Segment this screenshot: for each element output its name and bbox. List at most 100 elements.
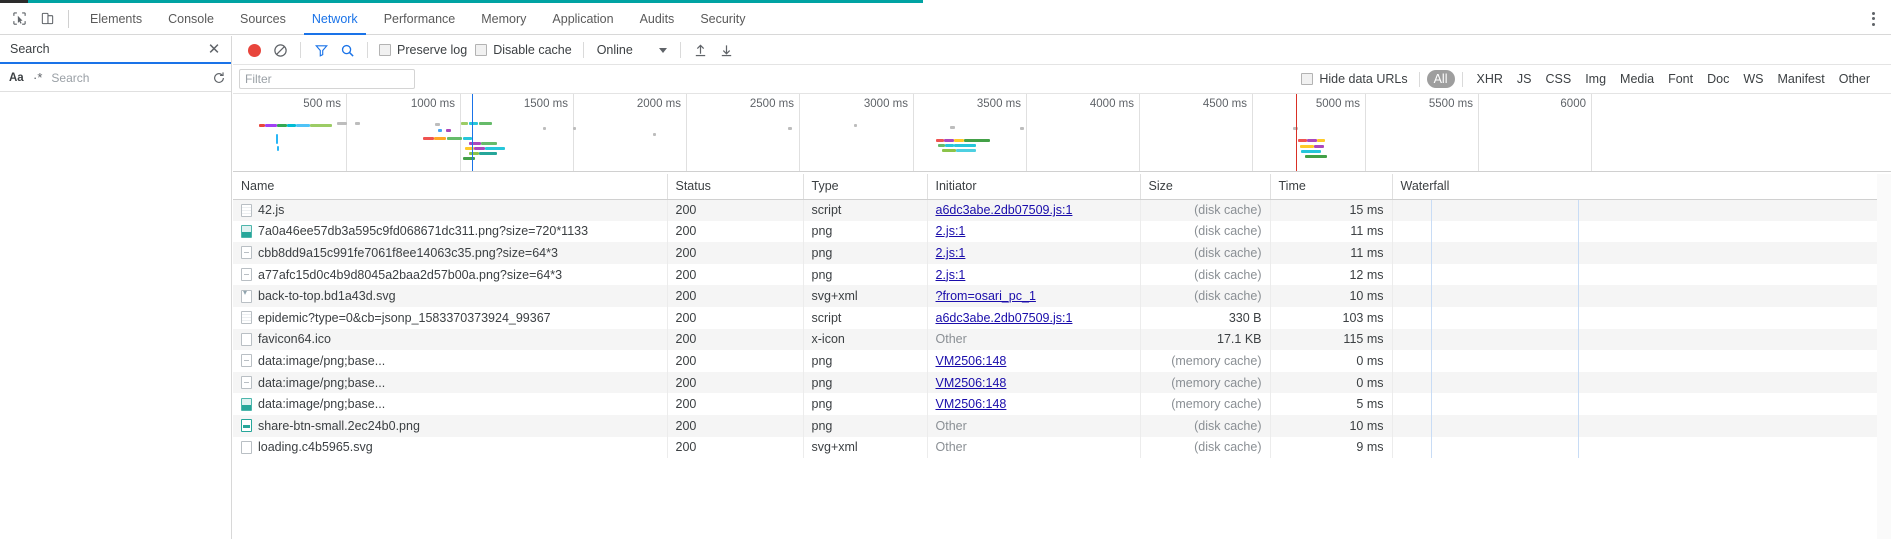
match-case-button[interactable]: Aa [6,71,24,85]
table-row[interactable]: favicon64.ico 200 x-icon Other 17.1 KB 1… [233,328,1891,351]
toolbar-divider [300,42,301,58]
column-header-size[interactable]: Size [1140,174,1271,200]
table-row[interactable]: 42.js 200 script a6dc3abe.2db07509.js:1 … [233,199,1891,221]
initiator-link[interactable]: 2.js:1 [936,268,966,282]
table-row[interactable]: epidemic?type=0&cb=jsonp_1583370373924_9… [233,306,1891,329]
import-har-icon[interactable] [688,38,714,62]
filter-type-js[interactable]: JS [1510,70,1539,88]
cell-status: 200 [667,285,804,307]
filter-type-doc[interactable]: Doc [1700,70,1736,88]
cell-initiator[interactable]: ?from=osari_pc_1 [927,285,1141,307]
table-row[interactable]: data:image/png;base... 200 png VM2506:14… [233,350,1891,372]
initiator-link[interactable]: 2.js:1 [936,246,966,260]
cell-initiator[interactable]: 2.js:1 [927,242,1141,264]
search-input[interactable] [51,67,207,88]
tab-network[interactable]: Network [299,3,371,35]
filter-type-img[interactable]: Img [1578,70,1613,88]
cell-name[interactable]: share-btn-small.2ec24b0.png [233,414,668,437]
cell-size: (disk cache) [1140,199,1271,221]
cell-initiator[interactable]: VM2506:148 [927,371,1141,394]
table-row[interactable]: data:image/png;base... 200 png VM2506:14… [233,371,1891,394]
filter-type-font[interactable]: Font [1661,70,1700,88]
table-row[interactable]: 7a0a46ee57db3a595c9fd068671dc311.png?siz… [233,220,1891,243]
network-overview-timeline[interactable]: 500 ms 1000 ms 1500 ms 2000 ms 2500 ms 3… [233,94,1891,172]
column-header-type[interactable]: Type [803,174,928,200]
cell-initiator[interactable]: VM2506:148 [927,350,1141,372]
table-row[interactable]: cbb8dd9a15c991fe7061f8ee14063c35.png?siz… [233,242,1891,264]
export-har-icon[interactable] [714,38,740,62]
table-row[interactable]: back-to-top.bd1a43d.svg 200 svg+xml ?fro… [233,285,1891,307]
table-row[interactable]: data:image/png;base... 200 png VM2506:14… [233,393,1891,415]
cell-name[interactable]: back-to-top.bd1a43d.svg [233,285,668,307]
initiator-link[interactable]: VM2506:148 [936,397,1007,411]
column-header-status[interactable]: Status [667,174,804,200]
cell-initiator[interactable]: 2.js:1 [927,220,1141,243]
initiator-text: Other [935,332,967,347]
filter-type-css[interactable]: CSS [1539,70,1579,88]
refresh-icon[interactable] [212,68,226,88]
tab-security-label: Security [700,11,746,26]
filter-input[interactable] [239,69,415,89]
kebab-menu-icon[interactable] [1861,7,1885,31]
cell-initiator[interactable]: a6dc3abe.2db07509.js:1 [927,306,1141,329]
table-row[interactable]: a77afc15d0c4b9d8045a2baa2d57b00a.png?siz… [233,263,1891,286]
filter-type-media[interactable]: Media [1613,70,1661,88]
column-header-time[interactable]: Time [1270,174,1393,200]
cell-name[interactable]: epidemic?type=0&cb=jsonp_1583370373924_9… [233,306,668,329]
cell-name[interactable]: a77afc15d0c4b9d8045a2baa2d57b00a.png?siz… [233,263,668,286]
cell-name[interactable]: favicon64.ico [233,328,668,351]
inspect-cursor-icon[interactable] [6,6,32,32]
tab-performance[interactable]: Performance [371,3,469,35]
cell-name[interactable]: data:image/png;base... [233,371,668,394]
tabstrip-right-controls [1861,7,1891,31]
cell-size: (disk cache) [1140,263,1271,286]
initiator-link[interactable]: VM2506:148 [936,354,1007,368]
initiator-link[interactable]: VM2506:148 [936,376,1007,390]
column-header-waterfall[interactable]: Waterfall [1392,174,1891,200]
filter-type-xhr[interactable]: XHR [1470,70,1510,88]
cell-waterfall [1392,199,1891,221]
cell-initiator[interactable]: a6dc3abe.2db07509.js:1 [927,199,1141,221]
tab-security[interactable]: Security [687,3,758,35]
filter-type-all[interactable]: All [1426,70,1455,88]
hide-data-urls-checkbox[interactable]: Hide data URLs [1297,72,1411,86]
tab-application[interactable]: Application [539,3,626,35]
cell-initiator[interactable]: 2.js:1 [927,263,1141,286]
tab-memory-label: Memory [481,11,527,26]
disable-cache-checkbox[interactable]: Disable cache [471,43,576,57]
initiator-link[interactable]: 2.js:1 [936,224,966,238]
throttling-dropdown[interactable]: Online [591,43,673,57]
initiator-link[interactable]: ?from=osari_pc_1 [936,289,1036,303]
table-row[interactable]: loading.c4b5965.svg 200 svg+xml Other (d… [233,436,1891,459]
tab-sources[interactable]: Sources [227,3,299,35]
cell-initiator[interactable]: VM2506:148 [927,393,1141,415]
filter-type-manifest[interactable]: Manifest [1770,70,1831,88]
cell-name[interactable]: loading.c4b5965.svg [233,436,668,459]
filter-type-ws[interactable]: WS [1736,70,1770,88]
cell-name[interactable]: cbb8dd9a15c991fe7061f8ee14063c35.png?siz… [233,242,668,264]
initiator-link[interactable]: a6dc3abe.2db07509.js:1 [936,203,1073,217]
tab-elements[interactable]: Elements [77,3,155,35]
column-header-initiator[interactable]: Initiator [927,174,1141,200]
tab-memory[interactable]: Memory [468,3,539,35]
record-button-icon[interactable] [241,38,267,62]
close-icon[interactable]: ✕ [203,38,225,60]
cell-name[interactable]: 42.js [233,199,668,221]
table-row[interactable]: share-btn-small.2ec24b0.png 200 png Othe… [233,414,1891,437]
filter-type-other[interactable]: Other [1832,70,1877,88]
regex-toggle-button[interactable]: ·* [30,70,45,85]
filter-funnel-icon[interactable] [308,38,334,62]
cell-name[interactable]: data:image/png;base... [233,350,668,372]
cell-name[interactable]: data:image/png;base... [233,393,668,415]
tab-audits[interactable]: Audits [627,3,688,35]
search-icon[interactable] [334,38,360,62]
initiator-link[interactable]: a6dc3abe.2db07509.js:1 [936,311,1073,325]
column-header-name[interactable]: Name [233,174,668,200]
device-toolbar-icon[interactable] [34,6,60,32]
clear-icon[interactable] [267,38,293,62]
preserve-log-checkbox[interactable]: Preserve log [375,43,471,57]
cell-name[interactable]: 7a0a46ee57db3a595c9fd068671dc311.png?siz… [233,220,668,243]
tab-console[interactable]: Console [155,3,227,35]
requests-table-scrollbar[interactable] [1877,174,1891,539]
requests-table-wrapper[interactable]: Name Status Type Initiator Size Time Wat… [233,174,1891,539]
